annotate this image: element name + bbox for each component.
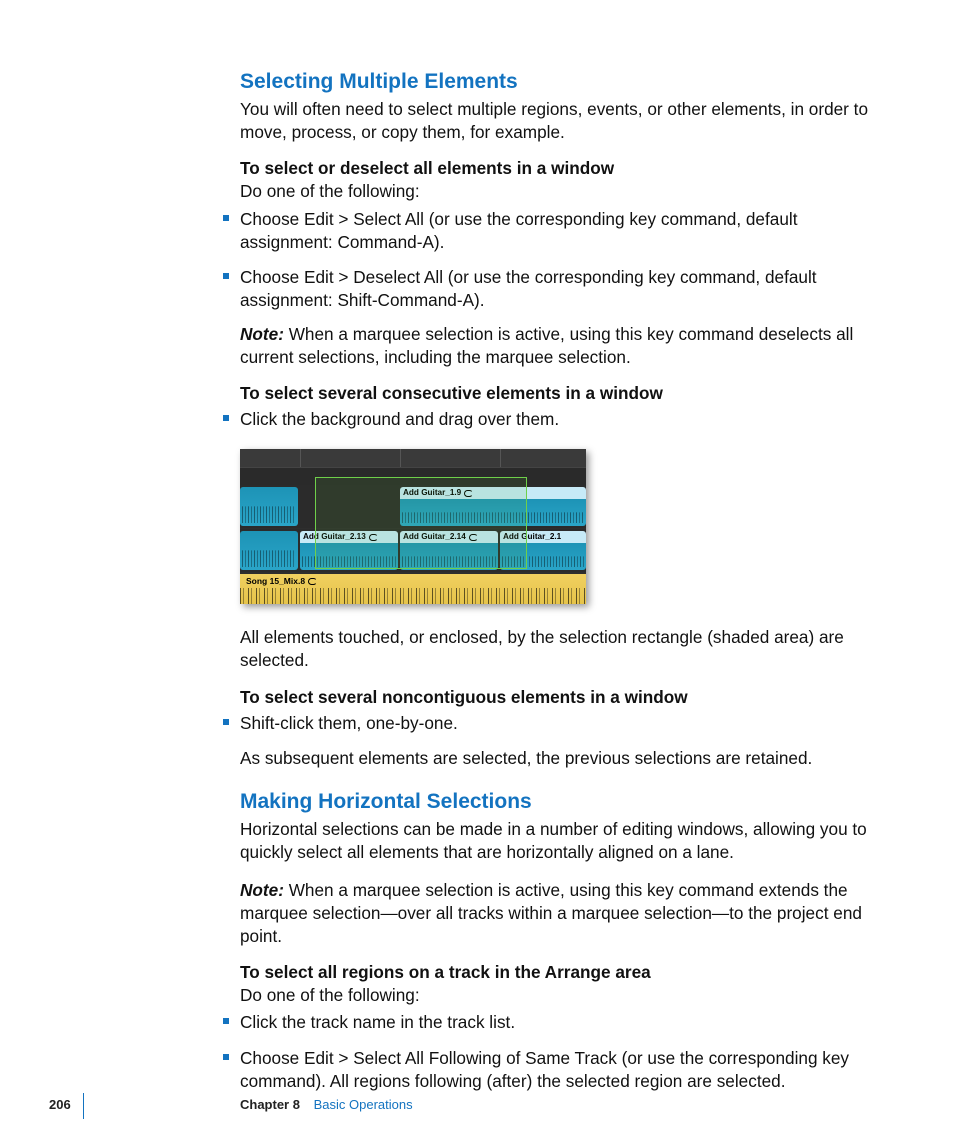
task-select-regions-sub: Do one of the following:: [240, 984, 878, 1007]
task-select-regions-list: Click the track name in the track list. …: [223, 1011, 878, 1093]
task-consecutive-title: To select several consecutive elements i…: [240, 383, 878, 404]
note-body: When a marquee selection is active, usin…: [240, 880, 862, 946]
task-select-all-sub: Do one of the following:: [240, 180, 878, 203]
para-noncontiguous-after: As subsequent elements are selected, the…: [240, 747, 878, 770]
note-body: When a marquee selection is active, usin…: [240, 324, 853, 367]
task-select-regions-title: To select all regions on a track in the …: [240, 962, 878, 983]
audio-region: [240, 531, 298, 570]
chapter-title: Basic Operations: [314, 1097, 413, 1112]
para-intro-2: Horizontal selections can be made in a n…: [240, 818, 878, 864]
task-noncontiguous-title: To select several noncontiguous elements…: [240, 687, 878, 708]
heading-selecting-multiple: Selecting Multiple Elements: [240, 70, 878, 94]
region-label: Add Guitar_2.1: [503, 531, 561, 543]
para-after-figure: All elements touched, or enclosed, by th…: [240, 626, 878, 672]
loop-icon: [308, 578, 317, 585]
heading-horizontal-selections: Making Horizontal Selections: [240, 790, 878, 814]
task-noncontiguous-list: Shift-click them, one-by-one.: [223, 712, 878, 735]
audio-region: [240, 487, 298, 526]
note-label: Note:: [240, 880, 284, 900]
page-number: 206: [49, 1097, 71, 1112]
note-2: Note: When a marquee selection is active…: [240, 879, 878, 949]
audio-region: Add Guitar_2.1: [500, 531, 586, 570]
footer-divider: [83, 1093, 84, 1119]
audio-region: Add Guitar_2.13: [300, 531, 398, 570]
task-consecutive-list: Click the background and drag over them.: [223, 408, 878, 431]
list-item: Click the track name in the track list.: [223, 1011, 878, 1034]
timeline-ruler: [240, 449, 586, 486]
list-item: Choose Edit > Select All (or use the cor…: [223, 208, 878, 254]
para-intro-1: You will often need to select multiple r…: [240, 98, 878, 144]
region-label: Add Guitar_2.13: [303, 531, 366, 543]
mix-region-label: Song 15_Mix.8: [246, 576, 305, 586]
region-label: Add Guitar_1.9: [403, 487, 461, 499]
audio-region: Add Guitar_1.9: [400, 487, 586, 526]
list-item: Choose Edit > Deselect All (or use the c…: [223, 266, 878, 312]
loop-icon: [464, 490, 473, 497]
note-label: Note:: [240, 324, 284, 344]
note-1: Note: When a marquee selection is active…: [240, 323, 878, 369]
mix-track: Song 15_Mix.8: [240, 574, 586, 604]
task-select-all-list: Choose Edit > Select All (or use the cor…: [223, 208, 878, 313]
region-label: Add Guitar_2.14: [403, 531, 466, 543]
loop-icon: [469, 534, 478, 541]
track-row: Add Guitar_2.13 Add Guitar_2.14 Add Guit…: [240, 529, 586, 572]
loop-icon: [369, 534, 378, 541]
list-item: Click the background and drag over them.: [223, 408, 878, 431]
audio-region: Add Guitar_2.14: [400, 531, 498, 570]
track-row: Add Guitar_1.9: [240, 485, 586, 528]
task-select-all-title: To select or deselect all elements in a …: [240, 158, 878, 179]
chapter-label: Chapter 8 Basic Operations: [240, 1097, 413, 1112]
list-item: Choose Edit > Select All Following of Sa…: [223, 1047, 878, 1093]
list-item: Shift-click them, one-by-one.: [223, 712, 878, 735]
chapter-number: Chapter 8: [240, 1097, 300, 1112]
screenshot-marquee-selection: Add Guitar_1.9 Add Guitar_2.13 Add Guita…: [240, 449, 586, 604]
page: Selecting Multiple Elements You will oft…: [0, 0, 954, 1145]
